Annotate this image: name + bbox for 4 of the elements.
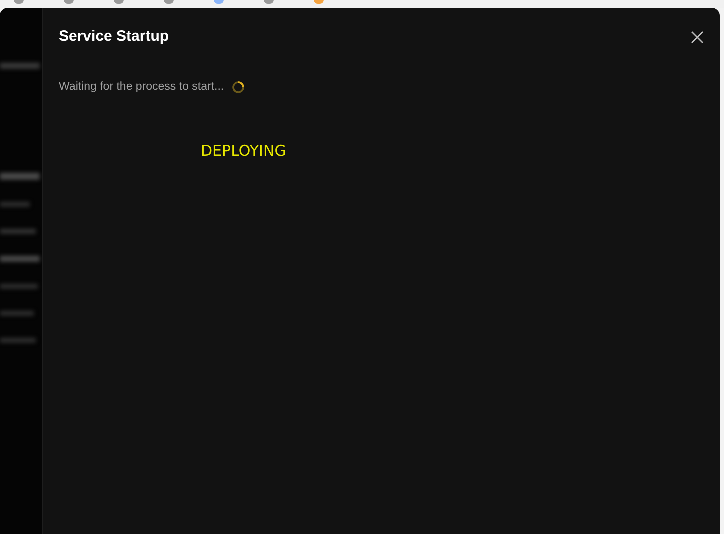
deploying-label: DEPLOYING xyxy=(201,142,286,160)
status-message: Waiting for the process to start... xyxy=(59,80,224,94)
dialog-title: Service Startup xyxy=(59,27,170,47)
close-icon xyxy=(690,30,704,44)
